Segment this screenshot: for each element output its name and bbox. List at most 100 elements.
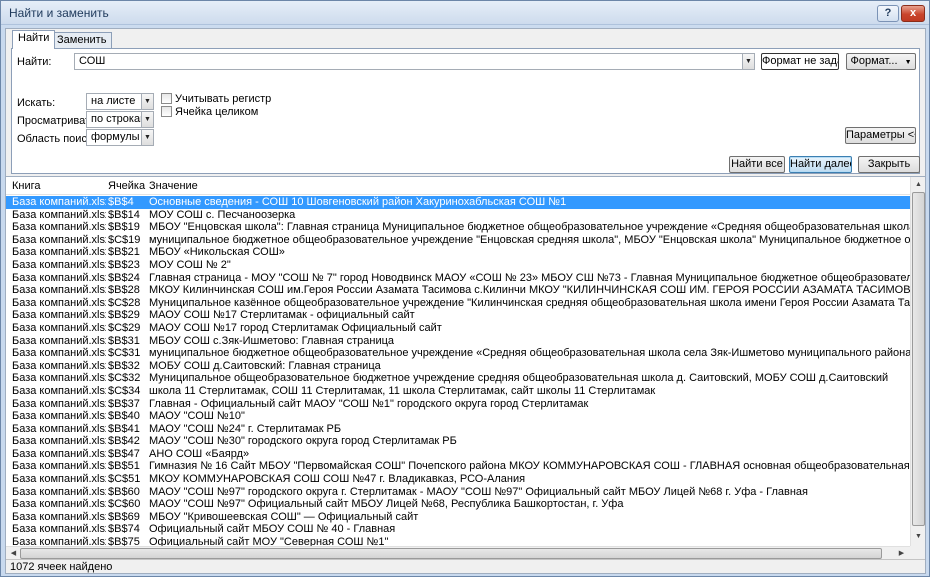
find-all-button[interactable]: Найти все — [729, 156, 785, 173]
book-cell: База компаний.xlsx — [12, 359, 106, 372]
chevron-down-icon[interactable]: ▼ — [141, 94, 153, 109]
table-row[interactable]: База компаний.xlsx $B$51 Гимназия № 16 Сай… — [6, 460, 910, 473]
table-row[interactable]: База компаний.xlsx $B$47 АНО СОШ «Баярд» — [6, 448, 910, 461]
table-row[interactable]: База компаний.xlsx $B$21 МБОУ «Никольская … — [6, 246, 910, 259]
value-cell: МАОУ "СОШ №97" Официальный сайт МБОУ Лиц… — [149, 498, 624, 511]
book-cell: База компаний.xlsx — [12, 347, 106, 360]
table-row[interactable]: База компаний.xlsx $B$29 МАОУ СОШ №17 Стер… — [6, 309, 910, 322]
table-row[interactable]: База компаний.xlsx $B$41 МАОУ "СОШ №24" г.… — [6, 423, 910, 436]
title-bar[interactable]: Найти и заменить ? x — [1, 1, 929, 25]
table-row[interactable]: База компаний.xlsx $B$42 МАОУ "СОШ №30" го… — [6, 435, 910, 448]
address-cell: $B$23 — [108, 258, 140, 271]
table-row[interactable]: База компаний.xlsx $C$34 школа 11 Стерлита… — [6, 385, 910, 398]
value-cell: МБОУ "Енцовская школа": Главная страница… — [149, 221, 910, 234]
vertical-scrollbar[interactable]: ▲ ▼ — [910, 177, 925, 546]
match-entire-cell-checkbox[interactable] — [161, 106, 172, 117]
value-cell: МОУ СОШ № 2" — [149, 258, 231, 271]
table-row[interactable]: База компаний.xlsx $C$29 МАОУ СОШ №17 горо… — [6, 322, 910, 335]
book-cell: База компаний.xlsx — [12, 485, 106, 498]
address-cell: $C$60 — [108, 498, 141, 511]
address-cell: $B$19 — [108, 221, 140, 234]
table-row[interactable]: База компаний.xlsx $B$74 Официальный сайт … — [6, 523, 910, 536]
chevron-down-icon[interactable]: ▼ — [742, 54, 754, 69]
book-cell: База компаний.xlsx — [12, 372, 106, 385]
find-next-button[interactable]: Найти далее — [789, 156, 852, 173]
column-header-book[interactable]: Книга — [12, 180, 41, 192]
address-cell: $C$29 — [108, 321, 141, 334]
dialog-title: Найти и заменить — [9, 6, 109, 20]
table-row[interactable]: База компаний.xlsx $B$24 Главная страница … — [6, 272, 910, 285]
table-row[interactable]: База компаний.xlsx $B$31 МБОУ СОШ с.Зяк-Иш… — [6, 335, 910, 348]
options-toggle-button[interactable]: Параметры << — [845, 127, 916, 144]
search-order-select[interactable]: по строкам ▼ — [86, 111, 154, 128]
book-cell: База компаний.xlsx — [12, 435, 106, 448]
chevron-down-icon: ▼ — [904, 59, 912, 66]
column-header-cell[interactable]: Ячейка — [108, 180, 145, 192]
book-cell: База компаний.xlsx — [12, 384, 106, 397]
address-cell: $B$24 — [108, 271, 140, 284]
within-label: Искать: — [17, 97, 56, 109]
status-text: 1072 ячеек найдено — [10, 561, 113, 573]
format-button-label: Формат... — [850, 55, 898, 67]
table-row[interactable]: База компаний.xlsx $B$14 МОУ СОШ с. Песчан… — [6, 209, 910, 222]
book-cell: База компаний.xlsx — [12, 498, 106, 511]
address-cell: $B$28 — [108, 284, 140, 297]
table-row[interactable]: База компаний.xlsx $B$19 МБОУ "Енцовская ш… — [6, 221, 910, 234]
address-cell: $C$31 — [108, 347, 141, 360]
results-list[interactable]: Книга Ячейка Значение База компаний.xlsx… — [6, 176, 925, 559]
scroll-up-icon[interactable]: ▲ — [912, 178, 925, 191]
table-row[interactable]: База компаний.xlsx $B$75 Официальный сайт … — [6, 536, 910, 546]
table-row[interactable]: База компаний.xlsx $B$4 Основные сведения … — [6, 196, 910, 209]
help-button[interactable]: ? — [877, 5, 899, 22]
table-row[interactable]: База компаний.xlsx $B$32 МОБУ СОШ д.Саитов… — [6, 360, 910, 373]
table-row[interactable]: База компаний.xlsx $C$51 МКОУ КОММУНАРОВСК… — [6, 473, 910, 486]
match-case-checkbox[interactable] — [161, 93, 172, 104]
table-row[interactable]: База компаний.xlsx $B$40 МАОУ "СОШ №10" — [6, 410, 910, 423]
match-entire-cell-label[interactable]: Ячейка целиком — [175, 106, 258, 118]
book-cell: База компаний.xlsx — [12, 196, 106, 208]
horizontal-scroll-thumb[interactable] — [20, 548, 882, 559]
address-cell: $C$51 — [108, 473, 141, 486]
table-row[interactable]: База компаний.xlsx $B$69 МБОУ "Кривошеевск… — [6, 511, 910, 524]
book-cell: База компаний.xlsx — [12, 447, 106, 460]
value-cell: МОУ СОШ с. Песчаноозерка — [149, 208, 296, 221]
chevron-down-icon[interactable]: ▼ — [141, 130, 153, 145]
table-row[interactable]: База компаний.xlsx $C$31 муниципальное бюд… — [6, 347, 910, 360]
scroll-corner — [910, 546, 925, 559]
book-cell: База компаний.xlsx — [12, 422, 106, 435]
table-row[interactable]: База компаний.xlsx $B$37 Главная - Официал… — [6, 398, 910, 411]
close-button[interactable]: Закрыть — [858, 156, 920, 173]
tab-find[interactable]: Найти — [12, 30, 56, 49]
format-status-button[interactable]: Формат не задан — [761, 53, 839, 70]
table-row[interactable]: База компаний.xlsx $C$19 муниципальное бюд… — [6, 234, 910, 247]
value-cell: Муниципальное общеобразовательное бюджет… — [149, 372, 889, 385]
close-window-button[interactable]: x — [901, 5, 925, 22]
table-row[interactable]: База компаний.xlsx $B$28 МКОУ Килинчинская… — [6, 284, 910, 297]
table-row[interactable]: База компаний.xlsx $C$28 Муниципальное каз… — [6, 297, 910, 310]
vertical-scroll-thumb[interactable] — [912, 192, 925, 526]
scroll-right-icon[interactable]: ▶ — [895, 547, 908, 559]
look-in-select[interactable]: формулы ▼ — [86, 129, 154, 146]
book-cell: База компаний.xlsx — [12, 271, 106, 284]
table-row[interactable]: База компаний.xlsx $B$23 МОУ СОШ № 2" — [6, 259, 910, 272]
format-button[interactable]: Формат... ▼ — [846, 53, 916, 70]
chevron-down-icon[interactable]: ▼ — [141, 112, 153, 127]
column-header-value[interactable]: Значение — [149, 180, 198, 192]
book-cell: База компаний.xlsx — [12, 510, 106, 523]
book-cell: База компаний.xlsx — [12, 258, 106, 271]
scroll-left-icon[interactable]: ◀ — [7, 547, 20, 559]
address-cell: $B$40 — [108, 410, 140, 423]
within-select[interactable]: на листе ▼ — [86, 93, 154, 110]
value-cell: Муниципальное казённое общеобразовательн… — [149, 296, 910, 309]
find-input[interactable]: СОШ ▼ — [74, 53, 755, 70]
address-cell: $B$31 — [108, 334, 140, 347]
table-row[interactable]: База компаний.xlsx $B$60 МАОУ "СОШ №97" го… — [6, 486, 910, 499]
match-case-label[interactable]: Учитывать регистр — [175, 93, 271, 105]
scroll-down-icon[interactable]: ▼ — [912, 530, 925, 543]
tab-replace[interactable]: Заменить — [51, 32, 113, 48]
address-cell: $B$29 — [108, 309, 140, 322]
book-cell: База компаний.xlsx — [12, 284, 106, 297]
table-row[interactable]: База компаний.xlsx $C$60 МАОУ "СОШ №97" Оф… — [6, 498, 910, 511]
horizontal-scrollbar[interactable]: ◀ ▶ — [6, 546, 910, 559]
table-row[interactable]: База компаний.xlsx $C$32 Муниципальное общ… — [6, 372, 910, 385]
